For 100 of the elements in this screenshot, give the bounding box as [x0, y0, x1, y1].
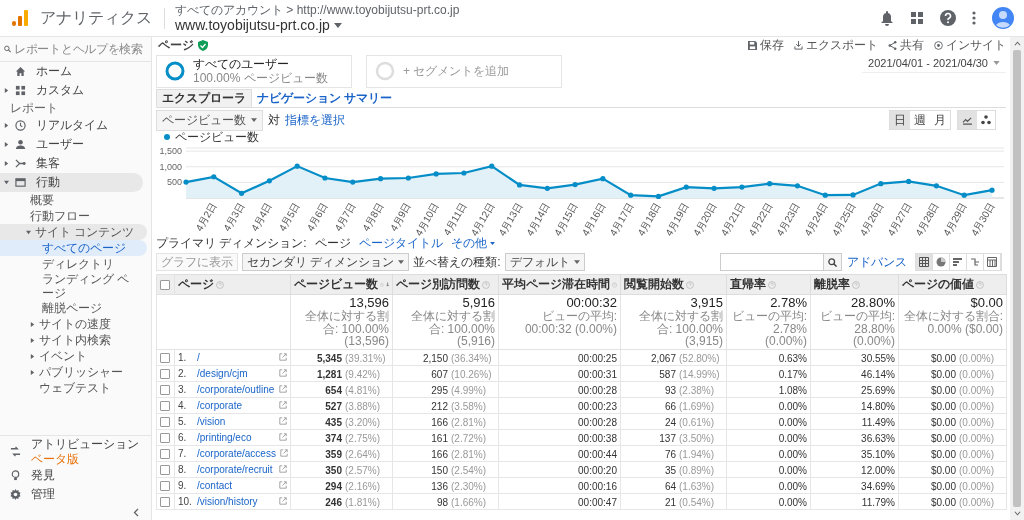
nav-item[interactable]: 発見 — [0, 466, 147, 485]
row-checkbox[interactable] — [160, 497, 170, 508]
date-range-picker[interactable]: 2021/04/01 - 2021/04/30 — [862, 54, 1006, 73]
external-link-icon[interactable] — [279, 481, 287, 489]
search-button[interactable] — [824, 253, 842, 271]
report-search-field[interactable]: レポートとヘルプを検索 — [0, 37, 151, 62]
column-header[interactable]: 平均ページ滞在時間 — [498, 274, 621, 295]
segment-card[interactable]: すべてのユーザー 100.00% ページビュー数 — [156, 54, 352, 88]
secondary-dimension-dropdown[interactable]: セカンダリ ディメンション — [242, 253, 410, 271]
column-header[interactable]: ページビュー数 — [290, 274, 393, 295]
view-button[interactable] — [933, 254, 950, 270]
nav-item[interactable]: カスタム — [0, 81, 143, 100]
nav-subitem[interactable]: パブリッシャー — [0, 364, 147, 380]
nav-subitem[interactable]: 離脱ページ — [0, 300, 147, 316]
view-button[interactable] — [916, 254, 933, 270]
page-link[interactable]: /printing/eco — [197, 430, 252, 444]
collapse-chevron-icon[interactable] — [133, 507, 139, 517]
page-link[interactable]: / — [197, 350, 200, 364]
column-header[interactable]: 直帰率 — [726, 274, 811, 295]
nav-item[interactable]: リアルタイム — [0, 116, 143, 135]
report-tab[interactable]: エクスプローラ — [156, 89, 252, 107]
nav-subitem[interactable]: サイト内検索 — [0, 332, 147, 348]
column-header[interactable]: 離脱率 — [810, 274, 899, 295]
select-all-checkbox[interactable] — [160, 280, 170, 291]
dimension-option[interactable]: その他 — [450, 235, 495, 252]
nav-subitem[interactable]: 概要 — [0, 192, 147, 208]
row-checkbox[interactable] — [160, 417, 170, 428]
metric-dropdown[interactable]: ページビュー数 — [156, 109, 263, 131]
view-button[interactable] — [950, 254, 967, 270]
page-link[interactable]: /corporate — [197, 398, 243, 412]
row-checkbox[interactable] — [160, 449, 170, 460]
scrollbar[interactable] — [1010, 37, 1024, 520]
nav-subitem[interactable]: ウェブテスト — [0, 380, 147, 396]
apps-icon[interactable] — [910, 11, 924, 25]
column-header[interactable]: ページ — [174, 274, 291, 295]
total-note: 全体に対する割合: 100.00% (5,916) — [410, 310, 495, 348]
external-link-icon[interactable] — [279, 385, 287, 393]
row-checkbox[interactable] — [160, 353, 170, 364]
nav-item[interactable]: ユーザー — [0, 135, 143, 154]
dimension-option[interactable]: ページ — [314, 235, 351, 252]
row-checkbox[interactable] — [160, 385, 170, 396]
nav-item[interactable]: アトリビューション ベータ版 — [0, 436, 147, 466]
page-link[interactable]: /contact — [197, 478, 233, 492]
help-icon[interactable] — [940, 10, 956, 26]
nav-item[interactable]: 集客 — [0, 154, 143, 173]
more-icon[interactable] — [972, 11, 976, 25]
row-checkbox[interactable] — [160, 369, 170, 380]
breadcrumb[interactable]: すべてのアカウント > http://www.toyobijutsu-prt.co.jp — [175, 2, 460, 17]
external-link-icon[interactable] — [279, 417, 287, 425]
page-link[interactable]: /design/cjm — [197, 366, 248, 380]
select-metric-link[interactable]: 指標を選択 — [285, 111, 345, 129]
row-checkbox[interactable] — [160, 401, 170, 412]
line-chart-button[interactable] — [958, 111, 977, 129]
toolbar-action[interactable]: 保存 — [748, 37, 784, 54]
property-selector[interactable]: www.toyobijutsu-prt.co.jp — [175, 16, 460, 34]
toolbar-action[interactable]: エクスポート — [794, 37, 878, 54]
external-link-icon[interactable] — [279, 497, 287, 505]
report-tab[interactable]: ナビゲーション サマリー — [252, 89, 398, 107]
nav-subitem[interactable]: 行動フロー — [0, 208, 147, 224]
period-button[interactable]: 日 — [890, 111, 910, 129]
page-link[interactable]: /vision/history — [197, 494, 258, 508]
page-link[interactable]: /corporate/outline — [197, 382, 275, 396]
sort-type-dropdown[interactable]: デフォルト — [504, 253, 585, 271]
column-header[interactable]: 閲覧開始数 — [620, 274, 727, 295]
row-checkbox[interactable] — [160, 465, 170, 476]
external-link-icon[interactable] — [279, 465, 287, 473]
page-link[interactable]: /corporate/access — [197, 446, 276, 460]
toolbar-action[interactable]: 共有 — [888, 37, 924, 54]
nav-subitem[interactable]: イベント — [0, 348, 147, 364]
external-link-icon[interactable] — [279, 449, 288, 457]
nav-subitem[interactable]: サイトの速度 — [0, 316, 147, 332]
row-checkbox[interactable] — [160, 433, 170, 444]
bell-icon[interactable] — [880, 10, 894, 26]
toolbar-action[interactable]: インサイト — [934, 37, 1006, 54]
caret-icon — [251, 118, 257, 122]
avatar-icon[interactable] — [992, 7, 1014, 29]
external-link-icon[interactable] — [279, 353, 287, 361]
scroll-up-icon[interactable] — [1013, 41, 1021, 46]
nav-subitem[interactable]: すべてのページ — [0, 240, 147, 256]
column-header[interactable]: ページ別訪問数 — [392, 274, 499, 295]
external-link-icon[interactable] — [279, 401, 287, 409]
advanced-link[interactable]: アドバンス — [847, 253, 907, 271]
nav-item[interactable]: ホーム — [0, 62, 143, 81]
column-header[interactable]: ページの価値 — [898, 274, 1007, 295]
page-link[interactable]: /vision — [197, 414, 226, 428]
page-link[interactable]: /corporate/recruit — [197, 462, 273, 476]
table-search-field[interactable] — [720, 253, 824, 271]
nav-subitem[interactable]: サイト コンテンツ — [0, 224, 147, 240]
nav-subitem[interactable]: ディレクトリ — [0, 256, 147, 272]
row-checkbox[interactable] — [160, 481, 170, 492]
share-percent: (1.66%) — [451, 495, 487, 508]
nav-item[interactable]: 管理 — [0, 485, 147, 504]
nav-subitem[interactable]: ランディング ページ — [0, 272, 147, 300]
chart-point — [628, 192, 634, 198]
external-link-icon[interactable] — [279, 433, 287, 441]
scroll-down-icon[interactable] — [1013, 511, 1021, 516]
dimension-option[interactable]: ページタイトル — [358, 235, 443, 252]
nav-item[interactable]: 行動 — [0, 173, 143, 192]
external-link-icon[interactable] — [279, 369, 287, 377]
view-button[interactable] — [984, 254, 1001, 270]
